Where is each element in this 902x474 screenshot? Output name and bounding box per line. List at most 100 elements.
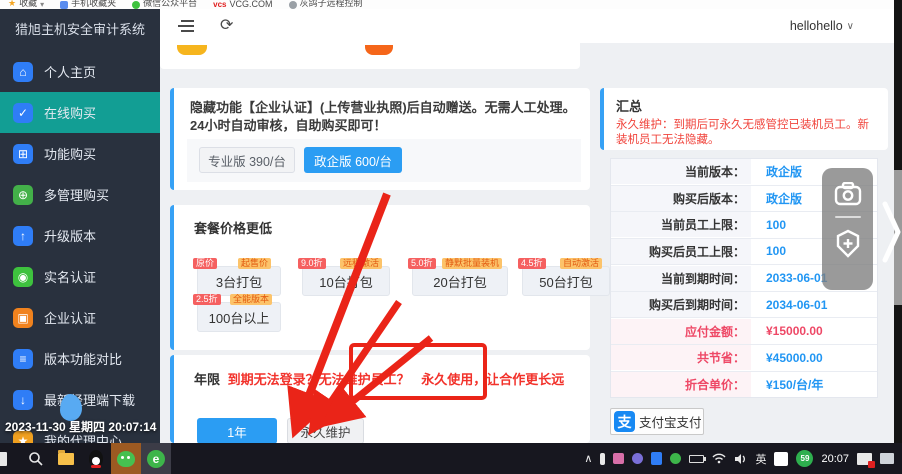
desktop-screen: ★ 收藏 ▾ 手机收藏夹 微信公众平台 vcs VCG.COM 灰鸽子远程控制 … [0,0,902,474]
security-tray-icon[interactable] [670,453,682,464]
table-row-unit-price: 折合单价： ¥150/台/年 [611,371,877,398]
sidebar-item-online-purchase[interactable]: ✓ 在线购买 [0,92,160,133]
row-label: 当前到期时间： [611,265,751,291]
package-10-units[interactable]: 10台打包 [302,266,390,296]
refresh-icon[interactable]: ⟳ [220,18,233,34]
user-menu[interactable]: hellohello ∨ [790,19,854,33]
sidebar-item-multi-admin-purchase[interactable]: ⊕ 多管理购买 [0,174,160,215]
username: hellohello [789,19,843,33]
row-label: 应付金额： [611,318,751,344]
orange-button-partial[interactable] [365,45,393,55]
media-player-icon[interactable] [857,452,875,468]
score-badge[interactable]: 59 [796,450,814,467]
package-20-units[interactable]: 20台打包 [412,266,508,296]
bookmark-remote-control[interactable]: 灰鸽子远程控制 [288,0,363,9]
table-row-savings: 共节省： ¥45000.00 [611,345,877,372]
discount-badge: 原价 [193,258,218,269]
bluetooth-icon[interactable] [651,452,663,465]
main-content: 隐藏功能【企业认证】(上传营业执照)后自动赠送。无需人工处理。24小时自动审核，… [160,43,894,444]
row-label: 购买后员工上限： [611,238,751,264]
taskbar-search-icon[interactable] [21,443,51,474]
row-value: 2034-06-01 [766,297,828,312]
sidebar-item-version-compare[interactable]: ≡ 版本功能对比 [0,338,160,379]
row-label: 共节省： [611,345,751,371]
shield-add-icon[interactable] [833,228,863,260]
wechat-taskbar-icon[interactable] [111,443,141,474]
taskbar-clock[interactable]: 20:07 [821,453,849,465]
yellow-button-partial[interactable] [177,45,207,55]
term-line: 年限 到期无法登录？无法维护员工？ 永久使用，让合作更长远 [174,355,590,388]
term-card: 年限 到期无法登录？无法维护员工？ 永久使用，让合作更长远 1年 永久维护 [170,355,590,444]
row-value: 政企版 [766,191,803,206]
alipay-icon: 支 [614,411,635,432]
feature-badge: 自动激活 [560,258,603,269]
bookmark-favorites[interactable]: ★ 收藏 ▾ [8,0,44,9]
windows-taskbar: e ∧ 英 59 20:07 [0,443,902,474]
browser-bookmarks-bar: ★ 收藏 ▾ 手机收藏夹 微信公众平台 vcs VCG.COM 灰鸽子远程控制 [0,0,894,9]
hidden-feature-notice-card: 隐藏功能【企业认证】(上传营业执照)后自动赠送。无需人工处理。24小时自动审核，… [170,88,590,190]
sidebar-item-label: 企业认证 [44,311,97,326]
package-50-units[interactable]: 50台打包 [522,266,610,296]
row-value: 100 [766,217,787,232]
row-label: 购买后到期时间： [611,292,751,318]
alipay-pay-button[interactable]: 支 支付宝支付 [610,408,704,435]
start-button[interactable] [0,451,7,466]
discount-badge: 4.5折 [518,258,546,269]
sidebar-item-label: 版本功能对比 [44,352,123,367]
term-1-year-button[interactable]: 1年 [197,418,277,444]
enterprise-icon: ▣ [13,307,33,328]
row-label: 购买后版本： [611,185,751,211]
bookmark-label: 灰鸽子远程控制 [299,0,363,8]
vcg-logo-icon: vcs [213,0,227,9]
notification-icon[interactable] [880,453,894,464]
tray-app-pink-icon[interactable] [613,453,625,464]
browser-e-icon[interactable]: e [141,443,171,474]
package-3-units[interactable]: 3台打包 [197,266,281,296]
bookmark-mobile[interactable]: 手机收藏夹 [60,0,116,9]
sidebar-item-realname-auth[interactable]: ◉ 实名认证 [0,256,160,297]
wifi-icon[interactable] [712,453,726,464]
usb-icon[interactable] [600,452,606,465]
flower-icon [288,1,297,9]
expand-chevron-icon[interactable] [882,200,902,264]
term-permanent-button[interactable]: 永久维护 [287,418,364,444]
sidebar-item-label: 个人主页 [44,65,97,80]
sidebar-item-feature-purchase[interactable]: ⊞ 功能购买 [0,133,160,174]
camera-icon[interactable] [834,182,862,206]
feature-badge: 远程激活 [340,258,383,269]
row-label: 当前员工上限： [611,212,751,238]
file-explorer-icon[interactable] [51,443,81,474]
sidebar-item-personal-home[interactable]: ⌂ 个人主页 [0,51,160,92]
row-value: ¥15000.00 [766,324,823,339]
pro-version-button[interactable]: 专业版 390/台 [199,147,295,173]
discount-badge: 9.0折 [298,258,326,269]
gov-version-button[interactable]: 政企版 600/台 [304,147,402,173]
collapse-menu-icon[interactable] [178,20,194,32]
sidebar-item-upgrade-version[interactable]: ↑ 升级版本 [0,215,160,256]
term-warning: 到期无法登录？无法维护员工？ [227,372,410,387]
sidebar-item-label: 多管理购买 [44,188,110,203]
summary-title: 汇总 [616,99,643,114]
bookmark-vcg[interactable]: vcs VCG.COM [213,0,272,9]
ime-icon[interactable] [774,451,789,466]
scrolled-card-partial [160,43,580,69]
bookmark-wechat-platform[interactable]: 微信公众平台 [132,0,197,9]
battery-icon[interactable] [689,454,707,463]
summary-card: 汇总 永久维护：到期后可永久无感管控已装机员工。新装机员工无法隐藏。 [600,88,888,150]
package-price-card: 套餐价格更低 3台打包 原价 起售价 10台打包 9.0折 远程激活 20台打包… [170,205,610,350]
package-100-plus-units[interactable]: 100台以上 [197,302,281,332]
bookmark-label: 收藏 [19,0,38,8]
tray-chevron-up-icon[interactable]: ∧ [584,452,592,465]
sidebar-item-enterprise-auth[interactable]: ▣ 企业认证 [0,297,160,338]
sidebar-item-label: 在线购买 [44,106,97,121]
sync-icon[interactable] [632,453,644,464]
volume-icon[interactable] [734,453,747,465]
language-indicator[interactable]: 英 [755,451,766,467]
sidebar-item-label: 实名认证 [44,270,97,285]
compare-icon: ≡ [13,348,33,369]
desktop-clock: 2023-11-30 星期四 20:07:14 [5,420,157,434]
shield-icon: ✓ [13,102,33,123]
sidebar-item-label: 最新经理端下载 [44,393,136,408]
sidebar-item-label: 升级版本 [44,229,97,244]
qq-icon[interactable] [81,443,111,474]
